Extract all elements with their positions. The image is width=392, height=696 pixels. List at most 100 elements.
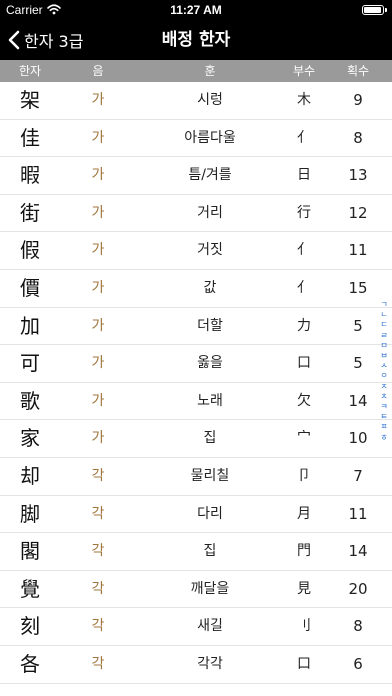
busu-cell: 卩 xyxy=(297,467,311,484)
busu-cell: 刂 xyxy=(297,618,311,635)
table-row[interactable]: 可 가 옳을 口 5 xyxy=(0,345,392,383)
hanja-cell: 刻 xyxy=(20,614,40,639)
busu-cell: 宀 xyxy=(297,430,311,447)
table-row[interactable]: 街 가 거리 行 12 xyxy=(0,195,392,233)
eum-cell: 가 xyxy=(91,317,105,334)
hoesu-cell: 7 xyxy=(353,466,363,485)
index-item[interactable]: ㄴ xyxy=(380,310,387,320)
hoesu-cell: 11 xyxy=(348,504,368,523)
hanja-cell: 脚 xyxy=(20,501,40,526)
chevron-left-icon xyxy=(8,30,20,50)
hanja-cell: 街 xyxy=(20,200,40,225)
battery-icon xyxy=(362,5,384,15)
back-button[interactable]: 한자 3급 xyxy=(8,20,83,60)
column-header: 한자 음 훈 부수 획수 xyxy=(0,60,392,82)
table-row[interactable]: 暇 가 틈/겨를 日 13 xyxy=(0,157,392,195)
hoesu-cell: 10 xyxy=(348,429,368,448)
busu-cell: 欠 xyxy=(297,392,311,409)
eum-cell: 가 xyxy=(91,204,105,221)
hun-cell: 집 xyxy=(203,543,217,560)
index-item[interactable]: ㅈ xyxy=(380,382,387,392)
index-item[interactable]: ㅌ xyxy=(380,412,387,422)
table-row[interactable]: 各 각 각각 口 6 xyxy=(0,646,392,684)
hanja-cell: 加 xyxy=(20,313,40,338)
hun-cell: 거리 xyxy=(197,204,223,221)
busu-cell: 日 xyxy=(297,167,311,184)
column-header-eum: 음 xyxy=(92,64,104,78)
hanja-list: 架 가 시렁 木 9 佳 가 아름다울 亻 8 暇 가 틈/겨를 日 13 街 가 거리 行 12 假 가 거짓 亻 11 價 가 값… xyxy=(0,82,392,684)
eum-cell: 각 xyxy=(91,543,105,560)
hoesu-cell: 13 xyxy=(348,166,368,185)
busu-cell: 行 xyxy=(297,204,311,221)
hun-cell: 다리 xyxy=(197,505,223,522)
index-item[interactable]: ㅂ xyxy=(380,351,387,361)
hanja-cell: 架 xyxy=(20,88,40,112)
hun-cell: 아름다울 xyxy=(184,129,236,146)
hun-cell: 값 xyxy=(203,279,217,296)
back-label: 한자 3급 xyxy=(24,32,84,51)
table-row[interactable]: 佳 가 아름다울 亻 8 xyxy=(0,120,392,158)
status-time: 11:27 AM xyxy=(170,3,222,17)
hoesu-cell: 8 xyxy=(353,617,363,636)
table-row[interactable]: 脚 각 다리 月 11 xyxy=(0,496,392,534)
table-row[interactable]: 加 가 더할 力 5 xyxy=(0,308,392,346)
busu-cell: 月 xyxy=(297,505,311,522)
table-row[interactable]: 價 가 값 亻 15 xyxy=(0,270,392,308)
hoesu-cell: 12 xyxy=(348,203,368,222)
eum-cell: 각 xyxy=(91,655,105,672)
index-item[interactable]: ㅁ xyxy=(380,341,387,351)
hoesu-cell: 9 xyxy=(353,91,363,109)
hoesu-cell: 5 xyxy=(353,354,363,373)
hanja-cell: 却 xyxy=(20,463,40,488)
column-header-hoesu: 획수 xyxy=(346,64,370,78)
hun-cell: 틈/겨를 xyxy=(188,167,232,184)
table-row[interactable]: 家 가 집 宀 10 xyxy=(0,420,392,458)
eum-cell: 가 xyxy=(91,430,105,447)
busu-cell: 口 xyxy=(297,355,311,372)
eum-cell: 각 xyxy=(91,618,105,635)
index-item[interactable]: ㄱ xyxy=(380,300,387,310)
column-header-hanja: 한자 xyxy=(18,64,42,78)
hanja-cell: 覺 xyxy=(20,576,40,601)
section-index: ㄱㄴㄷㄹㅁㅂㅅㅇㅈㅊㅋㅌㅍㅎ xyxy=(377,300,391,443)
hun-cell: 깨달을 xyxy=(190,580,230,597)
hanja-cell: 佳 xyxy=(20,125,40,150)
hoesu-cell: 20 xyxy=(348,579,368,598)
hun-cell: 더할 xyxy=(197,317,223,334)
eum-cell: 가 xyxy=(91,242,105,259)
hanja-cell: 暇 xyxy=(20,163,40,188)
table-row[interactable]: 歌 가 노래 欠 14 xyxy=(0,383,392,421)
hanja-cell: 閣 xyxy=(20,539,40,564)
index-item[interactable]: ㅅ xyxy=(380,361,387,371)
index-item[interactable]: ㅎ xyxy=(380,433,387,443)
eum-cell: 가 xyxy=(91,167,105,184)
hun-cell: 각각 xyxy=(197,655,223,672)
eum-cell: 가 xyxy=(91,355,105,372)
table-row[interactable]: 架 가 시렁 木 9 xyxy=(0,82,392,120)
index-item[interactable]: ㅍ xyxy=(380,422,387,432)
eum-cell: 가 xyxy=(91,392,105,409)
battery-tip xyxy=(385,8,387,12)
hanja-cell: 家 xyxy=(20,426,40,451)
eum-cell: 각 xyxy=(91,467,105,484)
hun-cell: 집 xyxy=(203,430,217,447)
table-row[interactable]: 却 각 물리칠 卩 7 xyxy=(0,458,392,496)
index-item[interactable]: ㅊ xyxy=(380,392,387,402)
table-row[interactable]: 閣 각 집 門 14 xyxy=(0,533,392,571)
status-bar: Carrier 11:27 AM xyxy=(0,0,392,20)
eum-cell: 가 xyxy=(91,129,105,146)
hoesu-cell: 5 xyxy=(353,316,363,335)
table-row[interactable]: 假 가 거짓 亻 11 xyxy=(0,232,392,270)
eum-cell: 각 xyxy=(91,580,105,597)
table-row[interactable]: 覺 각 깨달을 見 20 xyxy=(0,571,392,609)
busu-cell: 亻 xyxy=(297,242,311,259)
table-row[interactable]: 刻 각 새길 刂 8 xyxy=(0,608,392,646)
index-item[interactable]: ㄹ xyxy=(380,331,387,341)
index-item[interactable]: ㄷ xyxy=(380,320,387,330)
column-header-hun: 훈 xyxy=(204,64,216,78)
hun-cell: 옳을 xyxy=(197,355,223,372)
index-item[interactable]: ㅋ xyxy=(380,402,387,412)
busu-cell: 亻 xyxy=(297,129,311,146)
hanja-cell: 價 xyxy=(20,275,40,300)
index-item[interactable]: ㅇ xyxy=(380,371,387,381)
